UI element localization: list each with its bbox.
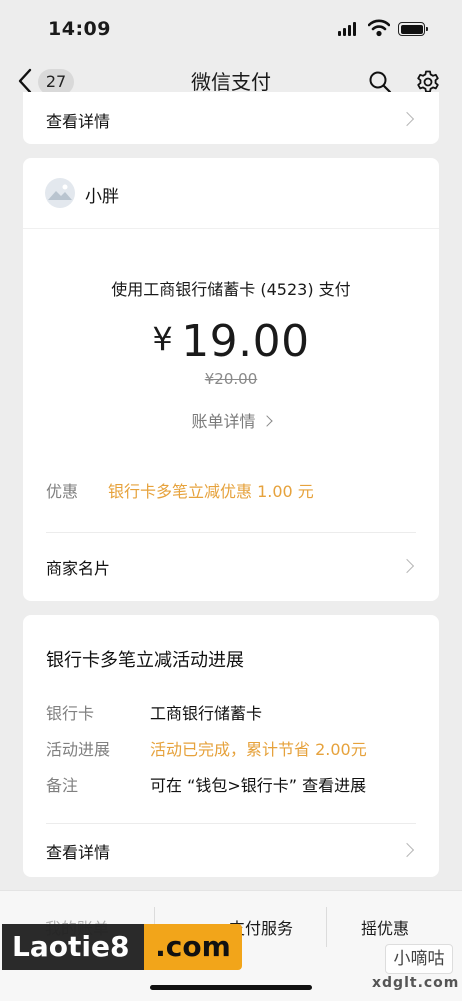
status-time: 14:09 [48,18,111,40]
view-details-label: 查看详情 [46,843,111,862]
campaign-row-label: 活动进展 [46,740,111,759]
bill-details-label: 账单详情 [191,412,256,431]
merchant-card-row[interactable]: 商家名片 [23,533,439,601]
tab-shake-discounts[interactable]: 摇优惠 [308,915,462,939]
chevron-right-icon [399,842,415,858]
view-details-link[interactable]: 查看详情 [46,108,110,132]
cellular-signal-icon [338,22,360,36]
search-icon[interactable] [368,70,392,94]
wifi-icon [368,19,390,37]
watermark-logo: .com [144,924,242,970]
merchant-header[interactable]: 小胖 [23,158,439,229]
watermark-badge: 小嘀咕 [385,944,453,974]
merchant-name: 小胖 [85,187,119,207]
campaign-title: 银行卡多笔立减活动进展 [46,650,244,671]
watermark-logo: Laotie8 [2,924,144,970]
original-amount: ¥20.00 [204,370,258,388]
payment-method: 使用工商银行储蓄卡 (4523) 支付 [111,280,351,299]
merchant-card-label: 商家名片 [46,559,111,578]
merchant-avatar [45,178,75,208]
currency-symbol: ¥ [152,320,174,358]
chevron-right-icon [399,558,415,574]
discount-label: 优惠 [46,482,79,501]
campaign-card: 银行卡多笔立减活动进展 银行卡 工商银行储蓄卡 活动进展 活动已完成，累计节省 … [23,615,439,877]
payment-card: 小胖 使用工商银行储蓄卡 (4523) 支付 ¥19.00 ¥20.00 账单详… [23,158,439,601]
home-indicator [150,985,312,990]
bill-details-link[interactable]: 账单详情 [23,408,439,432]
discount-value: 银行卡多笔立减优惠 1.00 元 [108,482,314,501]
campaign-progress-value: 活动已完成，累计节省 2.00元 [150,740,367,759]
campaign-row-label: 备注 [46,776,79,795]
payment-amount: ¥19.00 [23,316,439,367]
gear-icon[interactable] [416,70,440,94]
chevron-right-icon [399,111,415,127]
previous-card: 查看详情 [23,92,439,144]
amount-value: 19.00 [181,316,310,367]
watermark-url: xdglt.com [372,975,460,991]
chevron-right-icon [260,415,273,427]
campaign-row-value: 工商银行储蓄卡 [150,704,263,723]
view-details-row[interactable]: 查看详情 [23,824,439,877]
battery-icon [398,22,428,36]
campaign-row-value: 可在 “钱包>银行卡” 查看进展 [150,776,367,795]
campaign-row-label: 银行卡 [46,704,95,723]
